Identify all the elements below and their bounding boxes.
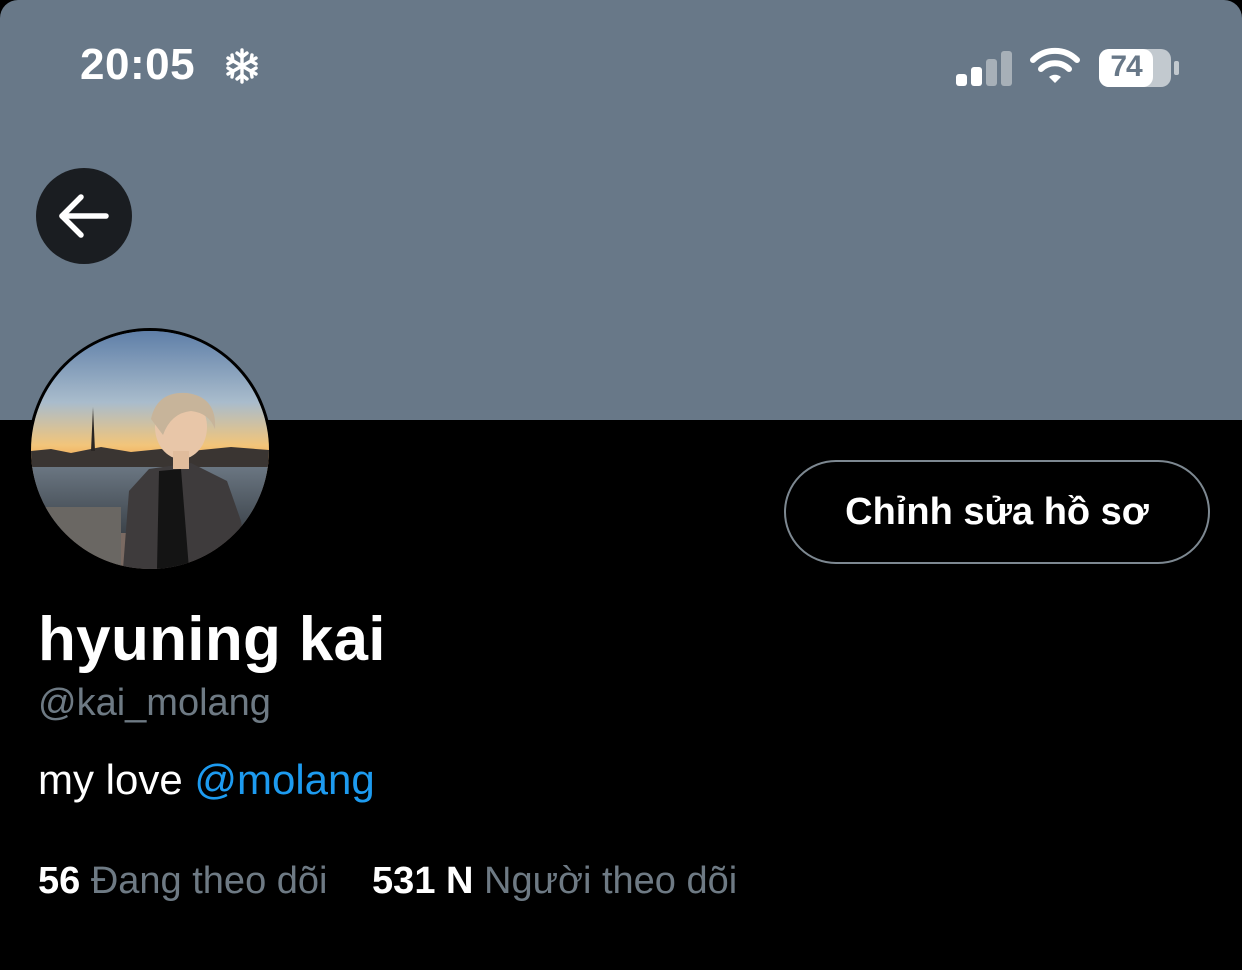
edit-profile-button[interactable]: Chỉnh sửa hồ sơ xyxy=(784,460,1210,564)
battery-level: 74 xyxy=(1110,50,1142,83)
cellular-signal-icon xyxy=(956,50,1014,91)
following-label: Đang theo dõi xyxy=(90,860,328,902)
follow-stats: 56 Đang theo dõi 531 N Người theo dõi xyxy=(38,860,737,903)
followers-stat[interactable]: 531 N Người theo dõi xyxy=(372,860,737,903)
back-button[interactable] xyxy=(36,168,132,264)
following-stat[interactable]: 56 Đang theo dõi xyxy=(38,860,327,903)
bio-text: my love xyxy=(38,756,195,803)
username-handle: @kai_molang xyxy=(38,682,271,724)
profile-avatar[interactable] xyxy=(28,328,272,572)
snowflake-icon xyxy=(224,48,260,89)
status-time: 20:05 xyxy=(80,40,196,89)
followers-count: 531 N xyxy=(372,860,474,902)
bio-mention-link[interactable]: @molang xyxy=(194,756,374,803)
followers-label: Người theo dõi xyxy=(484,860,738,902)
arrow-left-icon xyxy=(59,194,109,238)
display-name: hyuning kai xyxy=(38,605,386,674)
status-bar: 20:05 74 xyxy=(0,0,1242,140)
profile-bio: my love @molang xyxy=(38,756,375,804)
following-count: 56 xyxy=(38,860,81,902)
wifi-icon xyxy=(1030,46,1080,91)
